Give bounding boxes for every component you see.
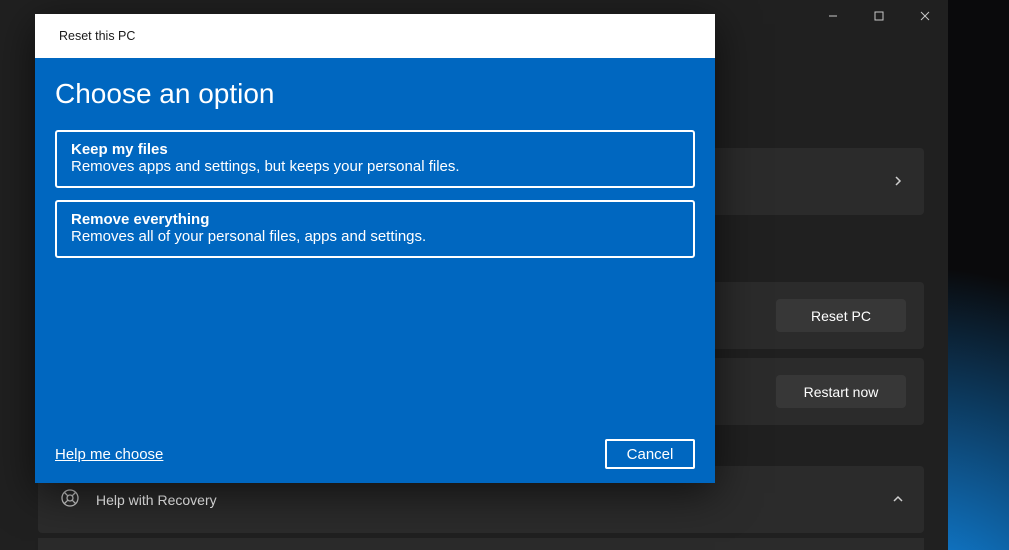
minimize-button[interactable] [810,0,856,32]
restart-now-button[interactable]: Restart now [776,375,906,408]
dialog-heading: Choose an option [55,78,695,110]
window-controls [810,0,948,32]
dialog-titlebar: Reset this PC [35,14,715,58]
desktop: Reset PC Restart now [0,0,1009,550]
option-desc: Removes apps and settings, but keeps you… [71,158,679,175]
help-sublink-row[interactable]: Creating a recovery drive [38,538,924,550]
chevron-right-icon [892,174,904,190]
chevron-up-icon [892,492,904,508]
option-title: Keep my files [71,141,679,158]
help-row-label: Help with Recovery [96,492,217,508]
help-icon [60,488,80,511]
reset-pc-dialog: Reset this PC Choose an option Keep my f… [35,14,715,483]
option-title: Remove everything [71,211,679,228]
cancel-button[interactable]: Cancel [605,439,695,469]
dialog-title-text: Reset this PC [59,29,135,43]
close-button[interactable] [902,0,948,32]
option-remove-everything[interactable]: Remove everything Removes all of your pe… [55,200,695,258]
help-me-choose-link[interactable]: Help me choose [55,446,163,463]
dialog-footer: Help me choose Cancel [55,439,695,469]
dialog-body: Choose an option Keep my files Removes a… [35,58,715,483]
option-keep-my-files[interactable]: Keep my files Removes apps and settings,… [55,130,695,188]
reset-pc-button[interactable]: Reset PC [776,299,906,332]
maximize-button[interactable] [856,0,902,32]
option-desc: Removes all of your personal files, apps… [71,228,679,245]
